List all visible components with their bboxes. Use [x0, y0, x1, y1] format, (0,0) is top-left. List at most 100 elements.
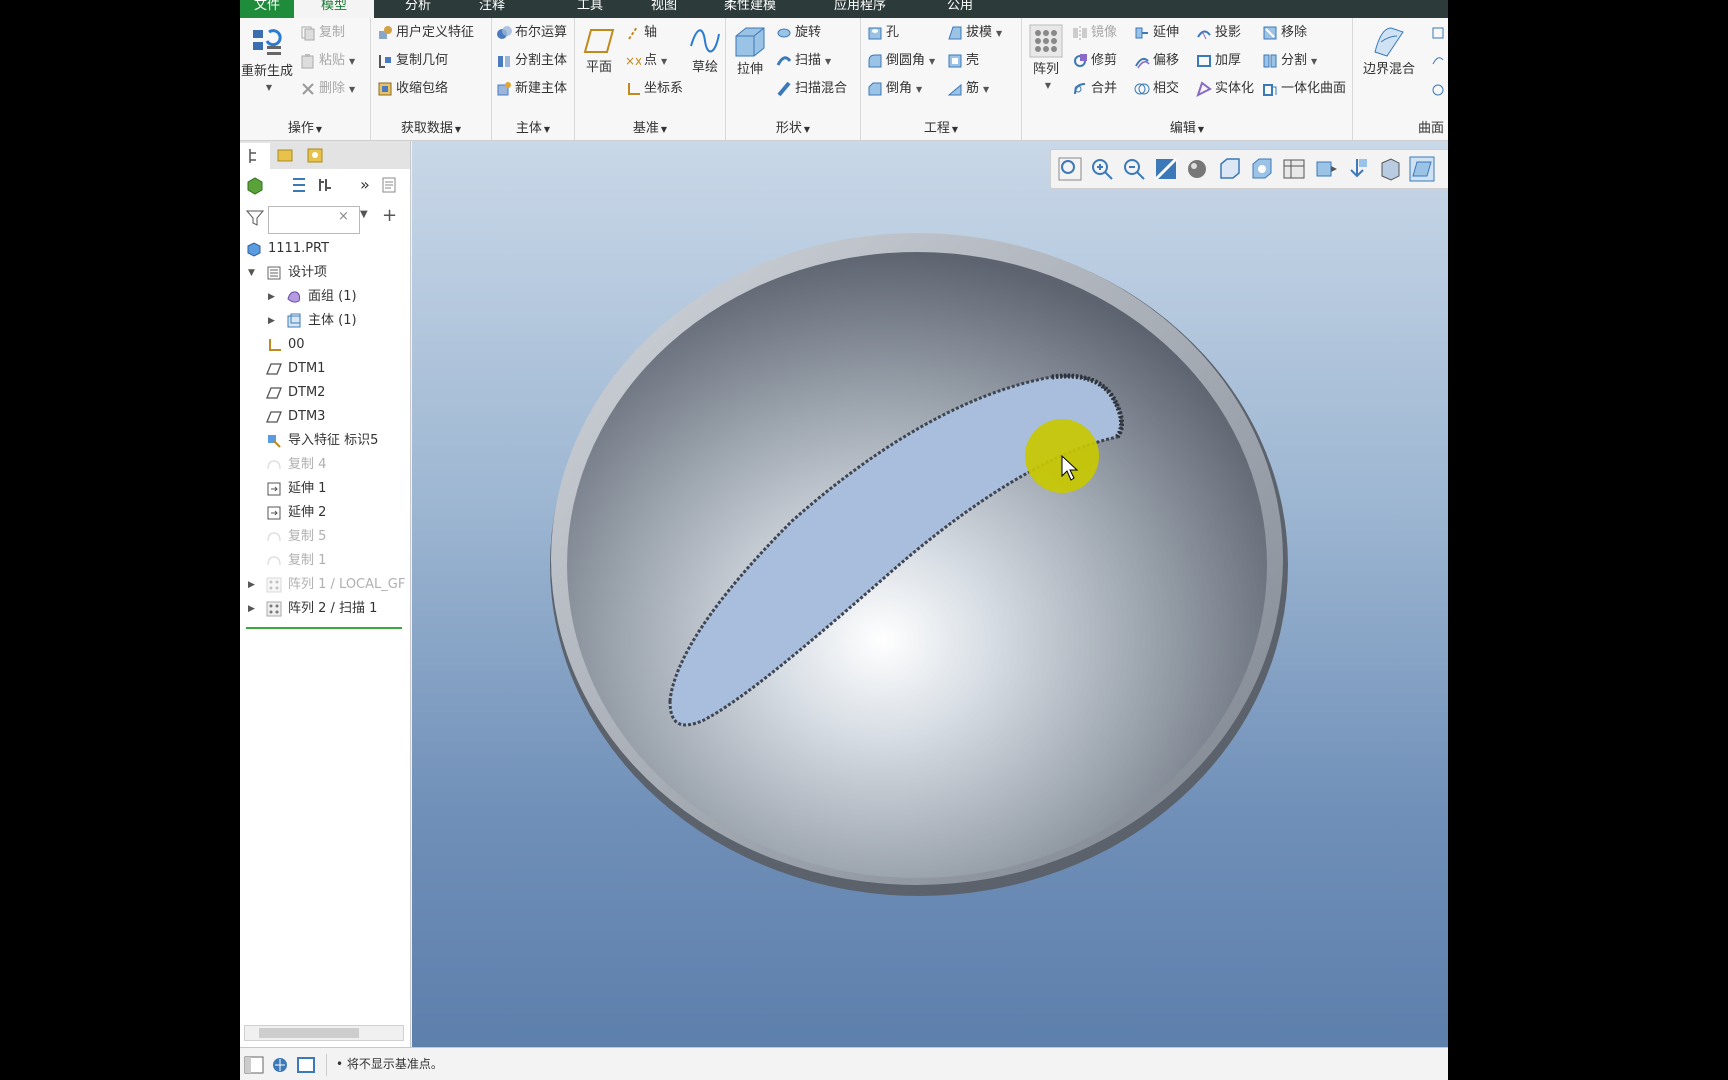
- axis-button[interactable]: 轴: [625, 22, 657, 44]
- point-button[interactable]: ×x 点 ▼: [625, 50, 667, 72]
- group-operations-label[interactable]: 操作 ▼: [240, 117, 370, 136]
- tab-view[interactable]: 视图: [634, 0, 694, 18]
- hole-button[interactable]: 孔: [867, 22, 899, 44]
- tab-analysis[interactable]: 分析: [388, 0, 448, 18]
- mirror-button[interactable]: 镜像: [1072, 22, 1117, 44]
- expand-toggle-icon[interactable]: ▶: [268, 285, 275, 309]
- tab-applications[interactable]: 应用程序: [820, 0, 900, 18]
- boundary-blend-button[interactable]: 边界混合: [1357, 24, 1421, 77]
- tree-item[interactable]: 复制 1: [240, 549, 410, 573]
- tree-item[interactable]: ▼ 设计项: [240, 261, 410, 285]
- full-screen-icon[interactable]: [296, 1056, 316, 1074]
- split-button[interactable]: 分割 ▼: [1262, 50, 1317, 72]
- new-body-button[interactable]: 新建主体: [496, 78, 567, 100]
- scrollbar-thumb[interactable]: [259, 1028, 359, 1038]
- tree-item[interactable]: 00: [240, 333, 410, 357]
- rib-button[interactable]: 筋 ▼: [947, 78, 989, 100]
- unify-surface-button[interactable]: 一体化曲面: [1262, 78, 1346, 100]
- project-button[interactable]: 投影: [1196, 22, 1241, 44]
- chamfer-button[interactable]: 倒角 ▼: [867, 78, 922, 100]
- tab-tools[interactable]: 工具: [560, 0, 620, 18]
- expand-toggle-icon[interactable]: ▶: [248, 597, 255, 621]
- regenerate-dropdown-icon[interactable]: ▼: [266, 83, 272, 92]
- expand-panel-icon[interactable]: »: [360, 175, 370, 194]
- tab-model[interactable]: 模型: [294, 0, 374, 18]
- expand-toggle-icon[interactable]: ▼: [248, 261, 255, 285]
- udf-button[interactable]: 用户定义特征: [377, 22, 474, 44]
- extend-button[interactable]: 延伸: [1134, 22, 1179, 44]
- solidify-button[interactable]: 实体化: [1196, 78, 1254, 100]
- plane-button[interactable]: 平面: [579, 26, 619, 75]
- group-engineering-label[interactable]: 工程 ▼: [861, 117, 1021, 136]
- show-details-icon[interactable]: [380, 176, 398, 194]
- tab-file[interactable]: 文件: [240, 0, 294, 18]
- round-button[interactable]: 倒圆角 ▼: [867, 50, 935, 72]
- revolve-button[interactable]: 旋转: [776, 22, 821, 44]
- tree-item[interactable]: DTM2: [240, 381, 410, 405]
- tree-item[interactable]: 复制 4: [240, 453, 410, 477]
- group-surfaces-label[interactable]: 曲面: [1353, 117, 1448, 136]
- tree-item[interactable]: ▶ 主体 (1): [240, 309, 410, 333]
- paste-button[interactable]: 粘贴 ▼: [300, 50, 355, 72]
- regenerate-button[interactable]: 重新生成 ▼: [240, 24, 294, 94]
- tree-item[interactable]: 延伸 2: [240, 501, 410, 525]
- sweep-button[interactable]: 扫描 ▼: [776, 50, 831, 72]
- copy-geometry-button[interactable]: 复制几何: [377, 50, 448, 72]
- insert-here-indicator[interactable]: [246, 627, 402, 629]
- pattern-button[interactable]: 阵列 ▼: [1026, 24, 1066, 92]
- sphere-surface[interactable]: [567, 252, 1267, 878]
- tab-flexible-modeling[interactable]: 柔性建模: [710, 0, 790, 18]
- search-dropdown-icon[interactable]: ▼: [360, 209, 368, 220]
- tab-utilities[interactable]: 公用: [930, 0, 990, 18]
- tree-settings-icon[interactable]: [316, 176, 334, 194]
- tree-item[interactable]: 延伸 1: [240, 477, 410, 501]
- split-body-button[interactable]: 分割主体: [496, 50, 567, 72]
- show-navigator-icon[interactable]: [244, 1056, 264, 1074]
- sketch-button[interactable]: 草绘: [687, 26, 723, 75]
- tree-item[interactable]: ▶ 面组 (1): [240, 285, 410, 309]
- pattern-dropdown-icon[interactable]: ▼: [1045, 81, 1051, 90]
- expand-toggle-icon[interactable]: ▶: [248, 573, 255, 597]
- tree-item[interactable]: DTM3: [240, 405, 410, 429]
- group-body-label[interactable]: 主体 ▼: [492, 117, 574, 136]
- clear-search-icon[interactable]: ×: [338, 209, 349, 224]
- trim-button[interactable]: 修剪: [1072, 50, 1117, 72]
- expand-toggle-icon[interactable]: ▶: [268, 309, 275, 333]
- shrinkwrap-button[interactable]: 收缩包络: [377, 78, 448, 100]
- add-filter-icon[interactable]: +: [382, 205, 397, 226]
- draft-button[interactable]: 拔模 ▼: [947, 22, 1002, 44]
- tree-item[interactable]: ▶ 阵列 1 / LOCAL_GF: [240, 573, 410, 597]
- shell-button[interactable]: 壳: [947, 50, 979, 72]
- intersect-button[interactable]: 相交: [1134, 78, 1179, 100]
- tab-model-tree[interactable]: [240, 143, 270, 169]
- tree-item[interactable]: ▶ 阵列 2 / 扫描 1: [240, 597, 410, 621]
- csys-button[interactable]: 坐标系: [625, 78, 683, 100]
- swept-blend-button[interactable]: 扫描混合: [776, 78, 847, 100]
- extrude-button[interactable]: 拉伸: [730, 24, 770, 77]
- delete-button[interactable]: 删除 ▼: [300, 78, 355, 100]
- group-shapes-label[interactable]: 形状 ▼: [726, 117, 860, 136]
- copy-button[interactable]: 复制: [300, 22, 345, 44]
- filter-icon[interactable]: [246, 210, 264, 226]
- thicken-button[interactable]: 加厚: [1196, 50, 1241, 72]
- graphics-window[interactable]: [412, 141, 1448, 1047]
- group-datum-label[interactable]: 基准 ▼: [575, 117, 725, 136]
- tree-item[interactable]: 1111.PRT: [240, 237, 410, 261]
- tree-item[interactable]: 导入特征 标识5: [240, 429, 410, 453]
- part-view-icon[interactable]: [246, 177, 264, 195]
- tab-folder-browser[interactable]: [270, 143, 300, 169]
- group-editing-label[interactable]: 编辑 ▼: [1022, 117, 1352, 136]
- remove-button[interactable]: 移除: [1262, 22, 1307, 44]
- offset-button[interactable]: 偏移: [1134, 50, 1179, 72]
- tab-annotate[interactable]: 注释: [462, 0, 522, 18]
- tree-filter-icon[interactable]: [290, 176, 308, 194]
- tab-favorites[interactable]: [300, 143, 330, 169]
- model-render[interactable]: [412, 141, 1448, 1047]
- group-get-data-label[interactable]: 获取数据 ▼: [371, 117, 491, 136]
- surfaces-more-icons[interactable]: [1431, 26, 1447, 96]
- browser-icon[interactable]: [270, 1056, 290, 1074]
- tree-item[interactable]: 复制 5: [240, 525, 410, 549]
- merge-button[interactable]: 合并: [1072, 78, 1117, 100]
- tree-horizontal-scrollbar[interactable]: [244, 1025, 404, 1041]
- tree-item[interactable]: DTM1: [240, 357, 410, 381]
